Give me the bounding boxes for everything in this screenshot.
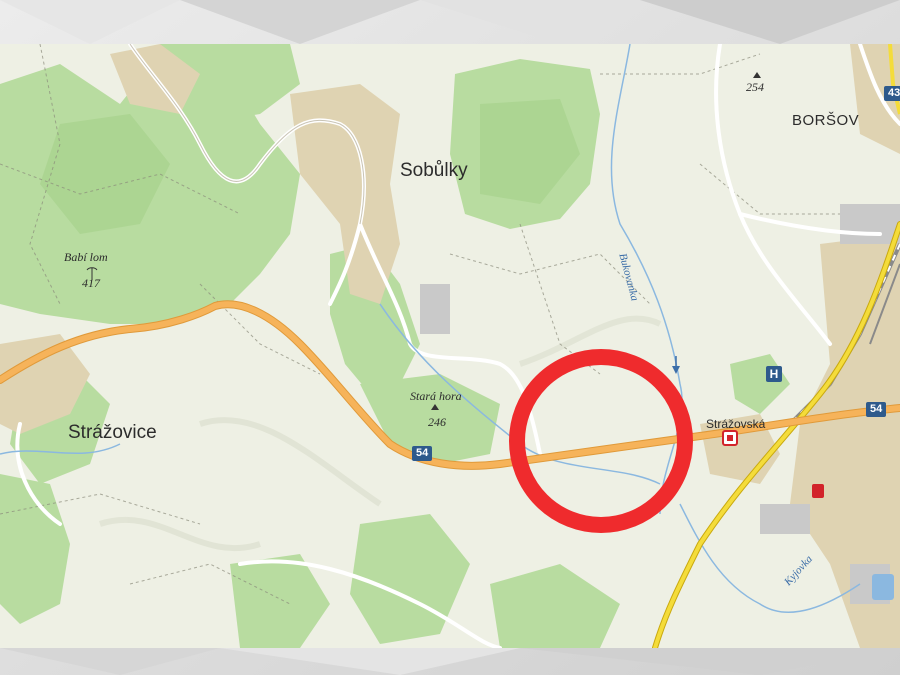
road-shield-43: 43 <box>884 86 900 101</box>
road-shield-54-west: 54 <box>412 446 433 461</box>
road-shield-54-east: 54 <box>866 402 887 417</box>
map-canvas <box>0 44 900 648</box>
place-label-borsov[interactable]: BORŠOV <box>792 112 859 129</box>
gas-station-icon[interactable] <box>812 484 824 498</box>
street-label-strazovska: Strážovská <box>706 417 766 431</box>
peak-elevation-stara-hora: 246 <box>428 415 446 429</box>
place-label-sobulky[interactable]: Sobůlky <box>400 160 468 182</box>
peak-name-stara-hora: Stará hora <box>410 389 462 403</box>
shop-icon[interactable] <box>722 430 738 446</box>
hospital-icon[interactable]: H <box>766 366 782 382</box>
map-view[interactable]: Sobůlky Strážovice BORŠOV Babí lom 417 S… <box>0 44 900 648</box>
peak-name-babi-lom: Babí lom <box>64 250 108 264</box>
place-label-strazovice[interactable]: Strážovice <box>68 422 157 444</box>
peak-elevation-babi-lom: 417 <box>82 276 100 290</box>
pond <box>872 574 894 600</box>
elevation-254: 254 <box>746 80 764 94</box>
hospital-letter: H <box>769 367 779 381</box>
